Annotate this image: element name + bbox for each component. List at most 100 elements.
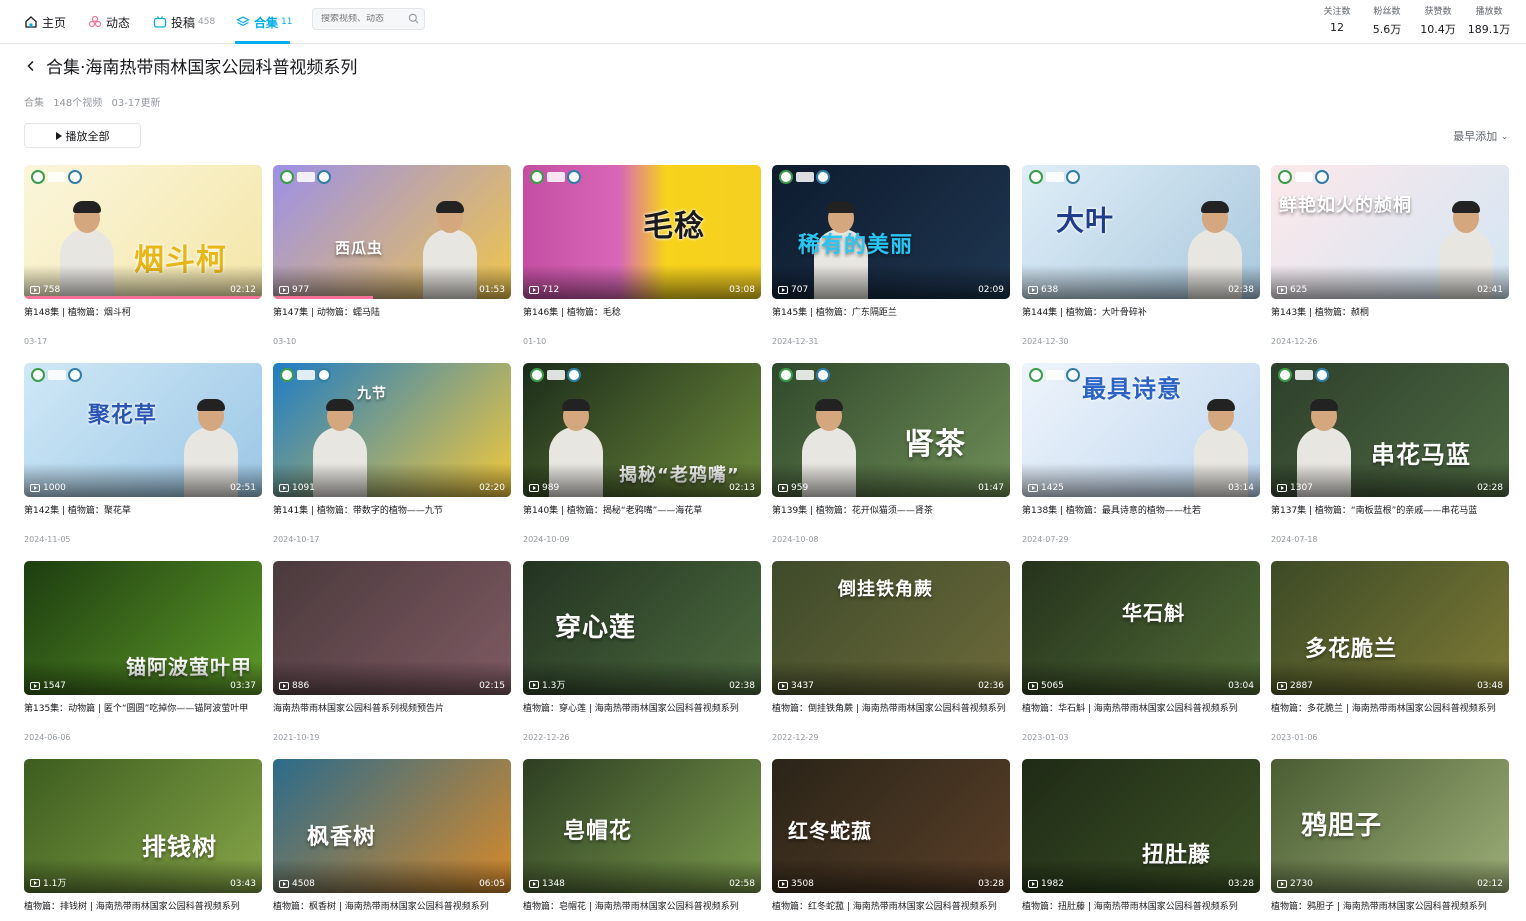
video-title[interactable]: 第148集 | 植物篇：烟斗柯 (24, 307, 262, 331)
video-title[interactable]: 植物篇：多花脆兰 | 海南热带雨林国家公园科普视频系列 (1271, 703, 1509, 727)
view-count-text: 638 (1041, 285, 1059, 295)
video-card[interactable]: 红冬蛇菰 3508 03:28 植物篇：红冬蛇菰 | 海南热带雨林国家公园科普视频系列 (772, 759, 1010, 921)
video-title[interactable]: 第140集 | 植物篇：揭秘“老鸦嘴”——海花草 (523, 505, 761, 529)
video-card[interactable]: 烟斗柯 758 02:12 第148集 | 植物篇：烟斗柯 03-17 (24, 165, 262, 346)
video-title[interactable]: 第135集：动物篇 | 匿个“圆圆”吃掉你——锚阿波萤叶甲 (24, 703, 262, 727)
video-title[interactable]: 植物篇：穿心莲 | 海南热带雨林国家公园科普视频系列 (523, 703, 761, 727)
video-thumbnail[interactable]: 倒挂铁角蕨 3437 02:36 (772, 561, 1010, 695)
video-thumbnail[interactable]: 扭肚藤 1982 03:28 (1022, 759, 1260, 893)
video-thumbnail[interactable]: 九节 1091 02:20 (273, 363, 511, 497)
top-nav: 主页 动态 投稿 458 合集 11 关注数 12 粉丝数 5.6万 获赞数 (0, 0, 1526, 44)
play-count-icon (279, 484, 289, 492)
stat-following[interactable]: 关注数 12 (1315, 4, 1359, 34)
nav-dynamic[interactable]: 动态 (88, 0, 130, 44)
video-card[interactable]: 倒挂铁角蕨 3437 02:36 植物篇：倒挂铁角蕨 | 海南热带雨林国家公园科普视频… (772, 561, 1010, 742)
watch-progress-bar (24, 296, 262, 299)
video-thumbnail[interactable]: 鸦胆子 2730 02:12 (1271, 759, 1509, 893)
video-card[interactable]: 稀有的美丽 707 02:09 第145集 | 植物篇：广东隔距兰 2024-12-31 (772, 165, 1010, 346)
video-title[interactable]: 植物篇：皂帽花 | 海南热带雨林国家公园科普视频系列 (523, 901, 761, 921)
video-title[interactable]: 第142集 | 植物篇：聚花草 (24, 505, 262, 529)
video-title[interactable]: 海南热带雨林国家公园科普系列视频预告片 (273, 703, 511, 727)
video-card[interactable]: 揭秘“老鸦嘴”98902:13第140集 | 植物篇：揭秘“老鸦嘴”——海花草2… (523, 363, 761, 544)
video-title[interactable]: 第147集 | 动物篇：蠕马陆 (273, 307, 511, 331)
view-count-text: 959 (791, 483, 809, 493)
video-title[interactable]: 第137集 | 植物篇：“南板蓝根”的亲戚——串花马蓝 (1271, 505, 1509, 529)
video-title[interactable]: 植物篇：华石斛 | 海南热带雨林国家公园科普视频系列 (1022, 703, 1260, 727)
sort-dropdown[interactable]: 最早添加 ⌄ (1453, 128, 1508, 144)
video-card[interactable]: 扭肚藤 1982 03:28 植物篇：扭肚藤 | 海南热带雨林国家公园科普视频系列 (1022, 759, 1260, 921)
search-box[interactable] (312, 8, 425, 30)
video-thumbnail[interactable]: 毛稔 712 03:08 (523, 165, 761, 299)
video-card[interactable]: 大叶 638 02:38 第144集 | 植物篇：大叶骨碎补 2024-12-30 (1022, 165, 1260, 346)
video-card[interactable]: 最具诗意 1425 03:14 第138集 | 植物篇：最具诗意的植物——杜若 2024… (1022, 363, 1260, 544)
view-count-text: 1000 (43, 483, 66, 493)
search-input[interactable] (321, 14, 407, 24)
stat-followers[interactable]: 粉丝数 5.6万 (1365, 4, 1409, 37)
video-card[interactable]: 886 02:15 海南热带雨林国家公园科普系列视频预告片 2021-10-19 (273, 561, 511, 742)
view-count-text: 1547 (43, 681, 66, 691)
nav-collections[interactable]: 合集 11 (236, 0, 292, 44)
collection-header: 合集·海南热带雨林国家公园科普视频系列 (24, 54, 357, 78)
video-thumbnail[interactable]: 鲜艳如火的赪桐 625 02:41 (1271, 165, 1509, 299)
video-title[interactable]: 植物篇：扭肚藤 | 海南热带雨林国家公园科普视频系列 (1022, 901, 1260, 921)
video-card[interactable]: 聚花草 1000 02:51 第142集 | 植物篇：聚花草 2024-11-05 (24, 363, 262, 544)
video-date: 03-10 (273, 337, 297, 346)
collection-meta: 合集 148个视频 03-17更新 (24, 94, 167, 109)
video-duration: 03:28 (978, 879, 1004, 889)
video-title[interactable]: 植物篇：鸦胆子 | 海南热带雨林国家公园科普视频系列 (1271, 901, 1509, 921)
video-card[interactable]: 锚阿波萤叶甲154703:37 第135集：动物篇 | 匿个“圆圆”吃掉你——锚阿… (24, 561, 262, 742)
video-title[interactable]: 第145集 | 植物篇：广东隔距兰 (772, 307, 1010, 331)
video-thumbnail[interactable]: 聚花草 1000 02:51 (24, 363, 262, 497)
video-title[interactable]: 植物篇：倒挂铁角蕨 | 海南热带雨林国家公园科普视频系列 (772, 703, 1010, 727)
video-thumbnail[interactable]: 红冬蛇菰 3508 03:28 (772, 759, 1010, 893)
video-thumbnail[interactable]: 串花马蓝 1307 02:28 (1271, 363, 1509, 497)
video-thumbnail[interactable]: 穿心莲 1.3万 02:38 (523, 561, 761, 695)
video-thumbnail[interactable]: 揭秘“老鸦嘴”98902:13 (523, 363, 761, 497)
video-thumbnail[interactable]: 肾茶 959 01:47 (772, 363, 1010, 497)
video-duration: 03:43 (230, 879, 256, 889)
search-icon[interactable] (408, 13, 419, 27)
video-card[interactable]: 串花马蓝 1307 02:28 第137集 | 植物篇：“南板蓝根”的亲戚——串花马蓝… (1271, 363, 1509, 544)
nav-uploads[interactable]: 投稿 458 (153, 0, 215, 44)
video-card[interactable]: 枫香树 4508 06:05 植物篇：枫香树 | 海南热带雨林国家公园科普视频系列 (273, 759, 511, 921)
video-thumbnail[interactable]: 西瓜虫 977 01:53 (273, 165, 511, 299)
video-title[interactable]: 第146集 | 植物篇：毛稔 (523, 307, 761, 331)
video-card[interactable]: 鲜艳如火的赪桐 625 02:41 第143集 | 植物篇：赪桐 2024-12-26 (1271, 165, 1509, 346)
thumbnail-caption: 皂帽花 (563, 819, 633, 844)
video-thumbnail[interactable]: 锚阿波萤叶甲154703:37 (24, 561, 262, 695)
video-title[interactable]: 植物篇：红冬蛇菰 | 海南热带雨林国家公园科普视频系列 (772, 901, 1010, 921)
video-title[interactable]: 植物篇：排钱树 | 海南热带雨林国家公园科普视频系列 (24, 901, 262, 921)
nav-home[interactable]: 主页 (24, 0, 66, 44)
video-card[interactable]: 排钱树 1.1万 03:43 植物篇：排钱树 | 海南热带雨林国家公园科普视频系列 (24, 759, 262, 921)
video-title[interactable]: 第141集 | 植物篇：带数字的植物——九节 (273, 505, 511, 529)
video-title[interactable]: 第144集 | 植物篇：大叶骨碎补 (1022, 307, 1260, 331)
video-thumbnail[interactable]: 最具诗意 1425 03:14 (1022, 363, 1260, 497)
view-count: 1091 (279, 483, 315, 493)
video-duration: 03:08 (729, 285, 755, 295)
video-title[interactable]: 第143集 | 植物篇：赪桐 (1271, 307, 1509, 331)
video-card[interactable]: 肾茶 959 01:47 第139集 | 植物篇：花开似猫须——肾茶 2024-10-0… (772, 363, 1010, 544)
chevron-left-icon[interactable] (24, 58, 38, 72)
video-thumbnail[interactable]: 大叶 638 02:38 (1022, 165, 1260, 299)
video-card[interactable]: 皂帽花 1348 02:58 植物篇：皂帽花 | 海南热带雨林国家公园科普视频系列 (523, 759, 761, 921)
video-thumbnail[interactable]: 枫香树 4508 06:05 (273, 759, 511, 893)
video-card[interactable]: 毛稔 712 03:08 第146集 | 植物篇：毛稔 01-10 (523, 165, 761, 346)
video-thumbnail[interactable]: 华石斛 5065 03:04 (1022, 561, 1260, 695)
video-card[interactable]: 多花脆兰 2887 03:48 植物篇：多花脆兰 | 海南热带雨林国家公园科普视频系列… (1271, 561, 1509, 742)
video-thumbnail[interactable]: 稀有的美丽 707 02:09 (772, 165, 1010, 299)
video-card[interactable]: 华石斛 5065 03:04 植物篇：华石斛 | 海南热带雨林国家公园科普视频系列 20… (1022, 561, 1260, 742)
video-card[interactable]: 九节 1091 02:20 第141集 | 植物篇：带数字的植物——九节 2024-10… (273, 363, 511, 544)
video-card[interactable]: 西瓜虫 977 01:53 第147集 | 动物篇：蠕马陆 03-10 (273, 165, 511, 346)
video-thumbnail[interactable]: 886 02:15 (273, 561, 511, 695)
video-thumbnail[interactable]: 烟斗柯 758 02:12 (24, 165, 262, 299)
play-all-button[interactable]: 播放全部 (24, 123, 141, 148)
video-thumbnail[interactable]: 皂帽花 1348 02:58 (523, 759, 761, 893)
video-title[interactable]: 第139集 | 植物篇：花开似猫须——肾茶 (772, 505, 1010, 529)
play-count-icon (529, 286, 539, 294)
video-thumbnail[interactable]: 多花脆兰 2887 03:48 (1271, 561, 1509, 695)
video-title[interactable]: 第138集 | 植物篇：最具诗意的植物——杜若 (1022, 505, 1260, 529)
video-title[interactable]: 植物篇：枫香树 | 海南热带雨林国家公园科普视频系列 (273, 901, 511, 921)
video-card[interactable]: 穿心莲 1.3万 02:38 植物篇：穿心莲 | 海南热带雨林国家公园科普视频系列 20… (523, 561, 761, 742)
video-card[interactable]: 鸦胆子 2730 02:12 植物篇：鸦胆子 | 海南热带雨林国家公园科普视频系列 (1271, 759, 1509, 921)
video-thumbnail[interactable]: 排钱树 1.1万 03:43 (24, 759, 262, 893)
